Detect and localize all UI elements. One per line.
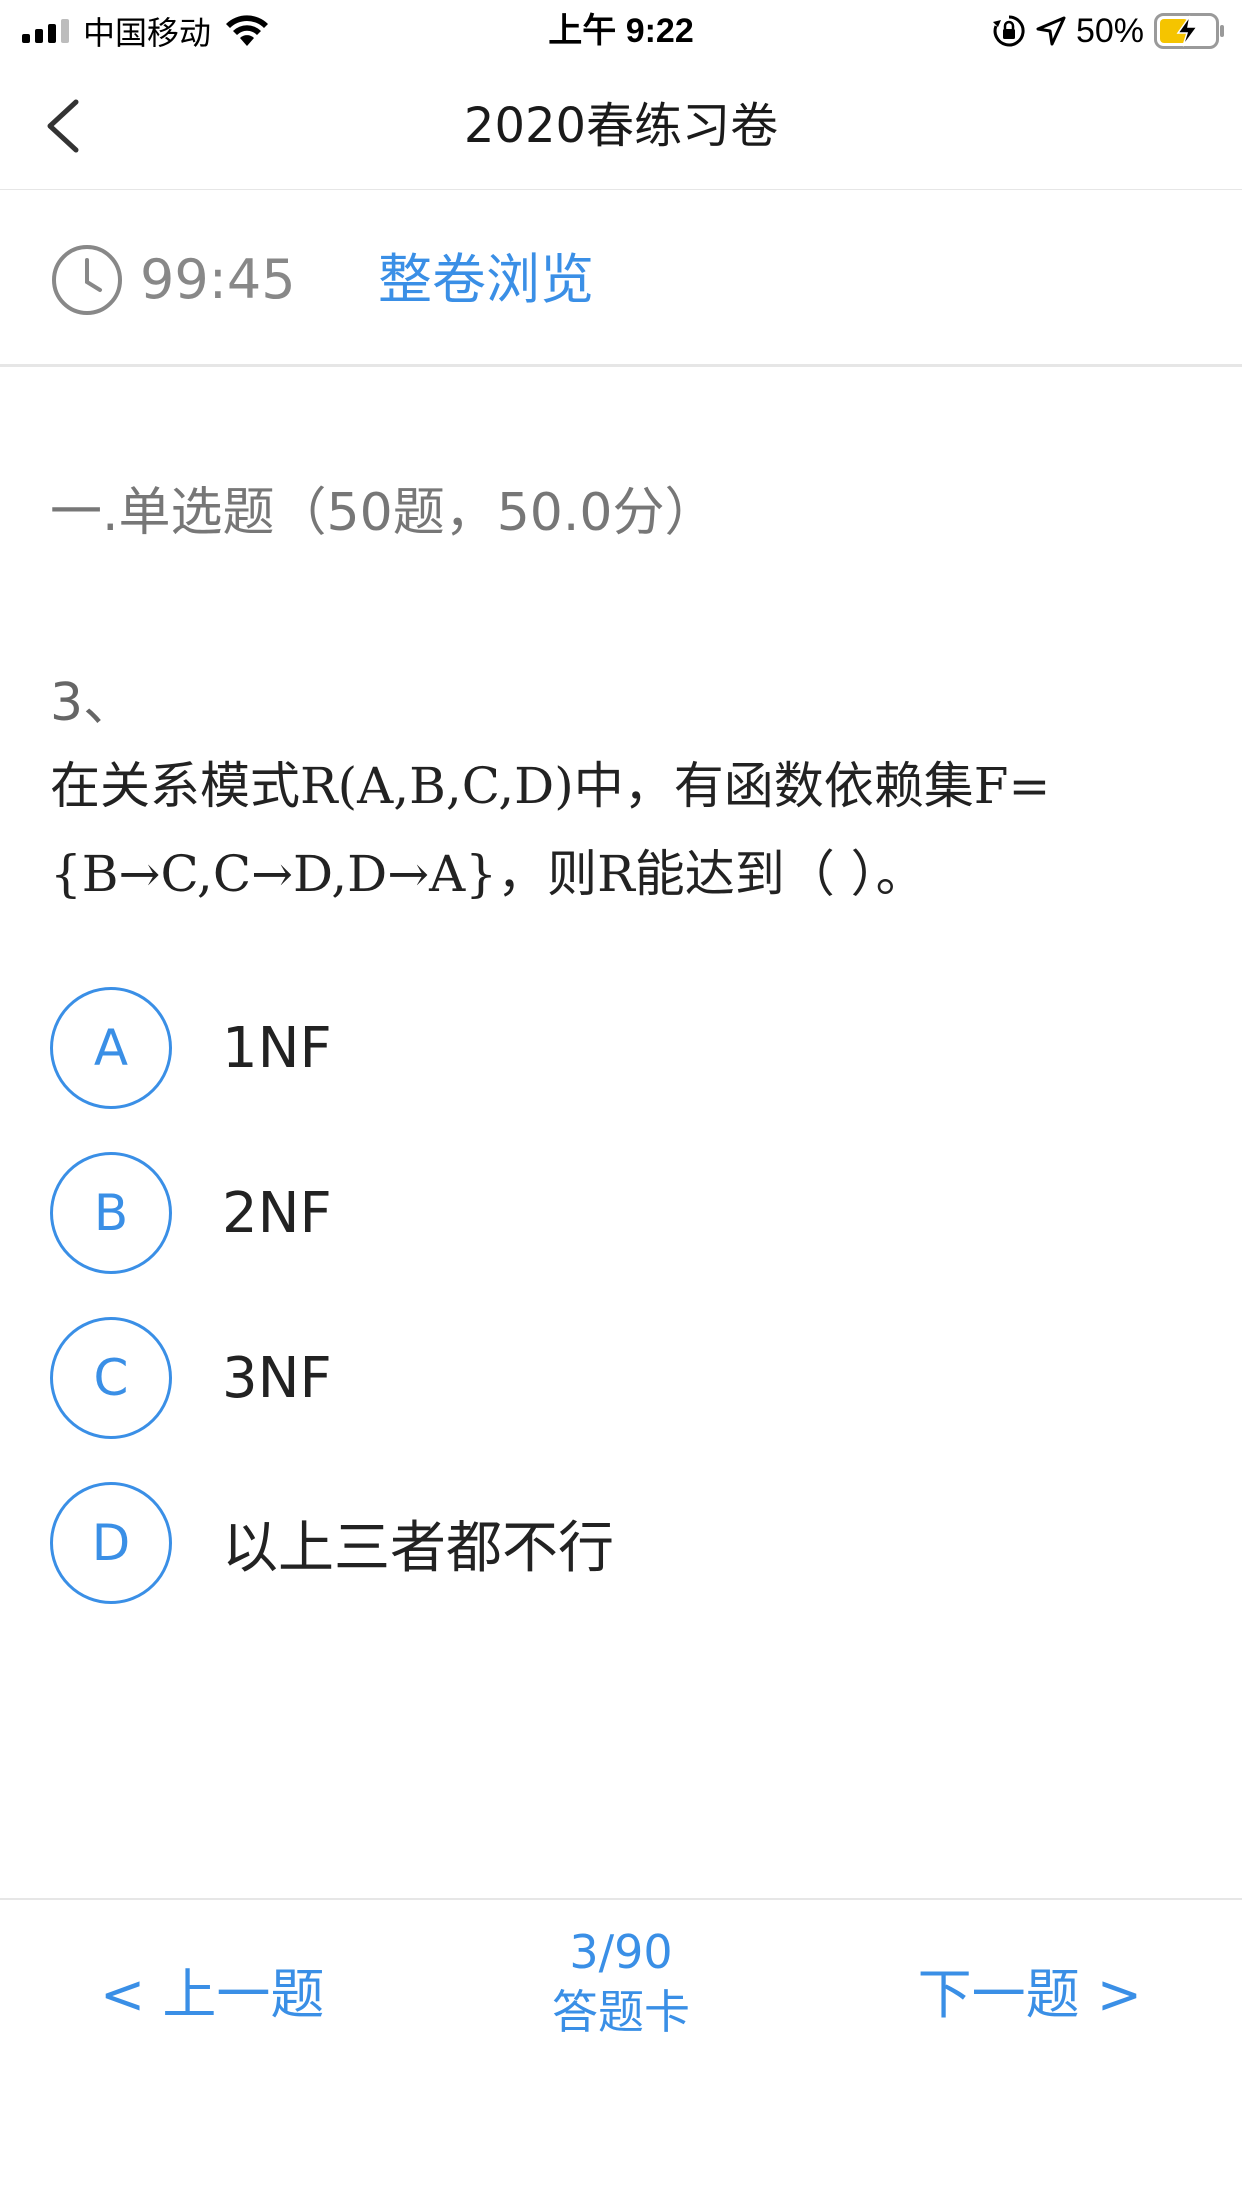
timer-bar: 99:45 整卷浏览	[0, 191, 1242, 367]
question-text: 在关系模式R(A,B,C,D)中，有函数依赖集F= {B→C,C→D,D→A}，…	[50, 757, 1051, 903]
nav-bar: 2020春练习卷	[0, 62, 1242, 190]
section-title: 一.单选题（50题，50.0分）	[50, 483, 717, 543]
bottom-bar: < 上一题 3/90 答题卡 下一题 >	[0, 1898, 1242, 2208]
option-letter[interactable]: C	[50, 1317, 172, 1439]
option-text: 2NF	[222, 1180, 332, 1246]
option-letter[interactable]: D	[50, 1482, 172, 1604]
location-arrow-icon	[1036, 16, 1066, 46]
clock-icon	[52, 245, 122, 315]
option-text: 以上三者都不行	[222, 1515, 614, 1581]
next-question-button[interactable]: 下一题 >	[918, 1950, 1142, 2029]
page-title: 2020春练习卷	[463, 98, 779, 154]
option-letter[interactable]: B	[50, 1152, 172, 1274]
status-right: 50%	[992, 8, 1226, 54]
status-bar: 中国移动 上午 9:22 50%	[0, 0, 1242, 62]
option-a[interactable]: A 1NF	[50, 986, 1190, 1110]
option-text: 3NF	[222, 1345, 332, 1411]
browse-all-button[interactable]: 整卷浏览	[378, 243, 594, 317]
battery-charging-icon	[1154, 13, 1224, 49]
option-d[interactable]: D 以上三者都不行	[50, 1481, 1190, 1605]
rotation-lock-icon	[992, 15, 1025, 47]
option-c[interactable]: C 3NF	[50, 1316, 1190, 1440]
battery-percent: 50%	[1075, 11, 1144, 50]
option-b[interactable]: B 2NF	[50, 1151, 1190, 1275]
option-text: 1NF	[222, 1015, 332, 1081]
timer-value: 99:45	[140, 248, 296, 311]
option-letter[interactable]: A	[50, 987, 172, 1109]
question-number: 3、	[50, 673, 136, 733]
